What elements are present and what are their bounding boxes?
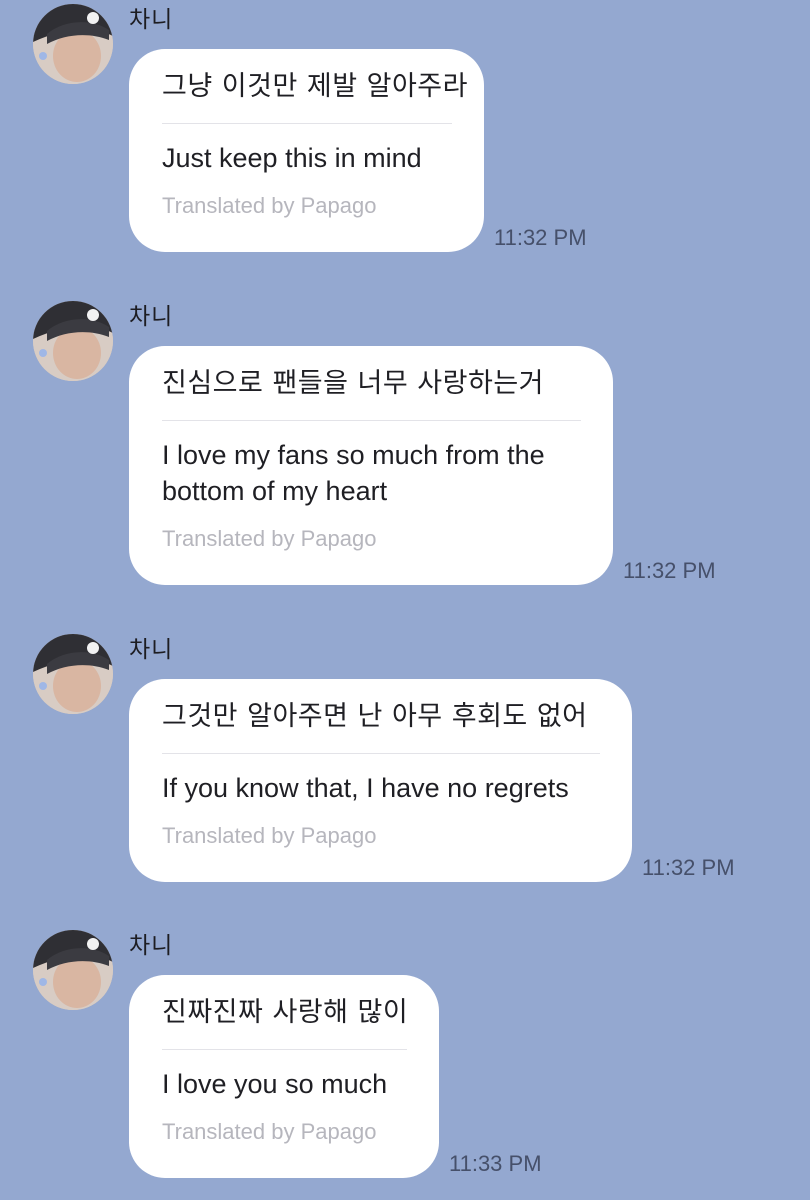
chat-message: 차니 그것만 알아주면 난 아무 후회도 없어 If you know that… [0,630,810,890]
translated-by-label: Translated by Papago [162,1119,377,1144]
divider [162,753,600,754]
profile-photo-icon [33,930,113,1010]
avatar[interactable] [33,634,113,714]
chat-log[interactable]: 차니 그냥 이것만 제발 알아주라 Just keep this in mind… [0,0,810,1200]
translated-text: I love my fans so much from the bottom o… [162,440,545,506]
profile-photo-icon [33,4,113,84]
avatar[interactable] [33,930,113,1010]
chat-message: 차니 진심으로 팬들을 너무 사랑하는거 I love my fans so m… [0,297,810,597]
message-timestamp: 11:32 PM [642,855,735,880]
message-bubble[interactable]: 진짜진짜 사랑해 많이 I love you so much Translate… [129,975,439,1178]
sender-name: 차니 [129,637,174,663]
sender-name: 차니 [129,933,174,959]
divider [162,1049,407,1050]
message-timestamp: 11:32 PM [623,558,716,583]
translated-text: Just keep this in mind [162,143,422,173]
profile-photo-icon [33,634,113,714]
message-bubble[interactable]: 그것만 알아주면 난 아무 후회도 없어 If you know that, I… [129,679,632,882]
translated-by-label: Translated by Papago [162,193,377,218]
divider [162,420,581,421]
avatar[interactable] [33,301,113,381]
message-timestamp: 11:32 PM [494,225,587,250]
profile-photo-icon [33,301,113,381]
sender-name: 차니 [129,304,174,330]
translated-by-label: Translated by Papago [162,823,377,848]
original-text: 진짜진짜 사랑해 많이 [162,997,409,1028]
original-text: 진심으로 팬들을 너무 사랑하는거 [162,368,545,399]
divider [162,123,452,124]
translated-text: I love you so much [162,1069,388,1099]
avatar[interactable] [33,4,113,84]
sender-name: 차니 [129,7,174,33]
translated-by-label: Translated by Papago [162,526,377,551]
original-text: 그냥 이것만 제발 알아주라 [162,71,468,102]
chat-message: 차니 그냥 이것만 제발 알아주라 Just keep this in mind… [0,0,810,260]
chat-message: 차니 진짜진짜 사랑해 많이 I love you so much Transl… [0,926,810,1186]
message-timestamp: 11:33 PM [449,1151,542,1176]
translated-text: If you know that, I have no regrets [162,773,569,803]
message-bubble[interactable]: 진심으로 팬들을 너무 사랑하는거 I love my fans so much… [129,346,613,585]
original-text: 그것만 알아주면 난 아무 후회도 없어 [162,701,588,732]
message-bubble[interactable]: 그냥 이것만 제발 알아주라 Just keep this in mind Tr… [129,49,484,252]
